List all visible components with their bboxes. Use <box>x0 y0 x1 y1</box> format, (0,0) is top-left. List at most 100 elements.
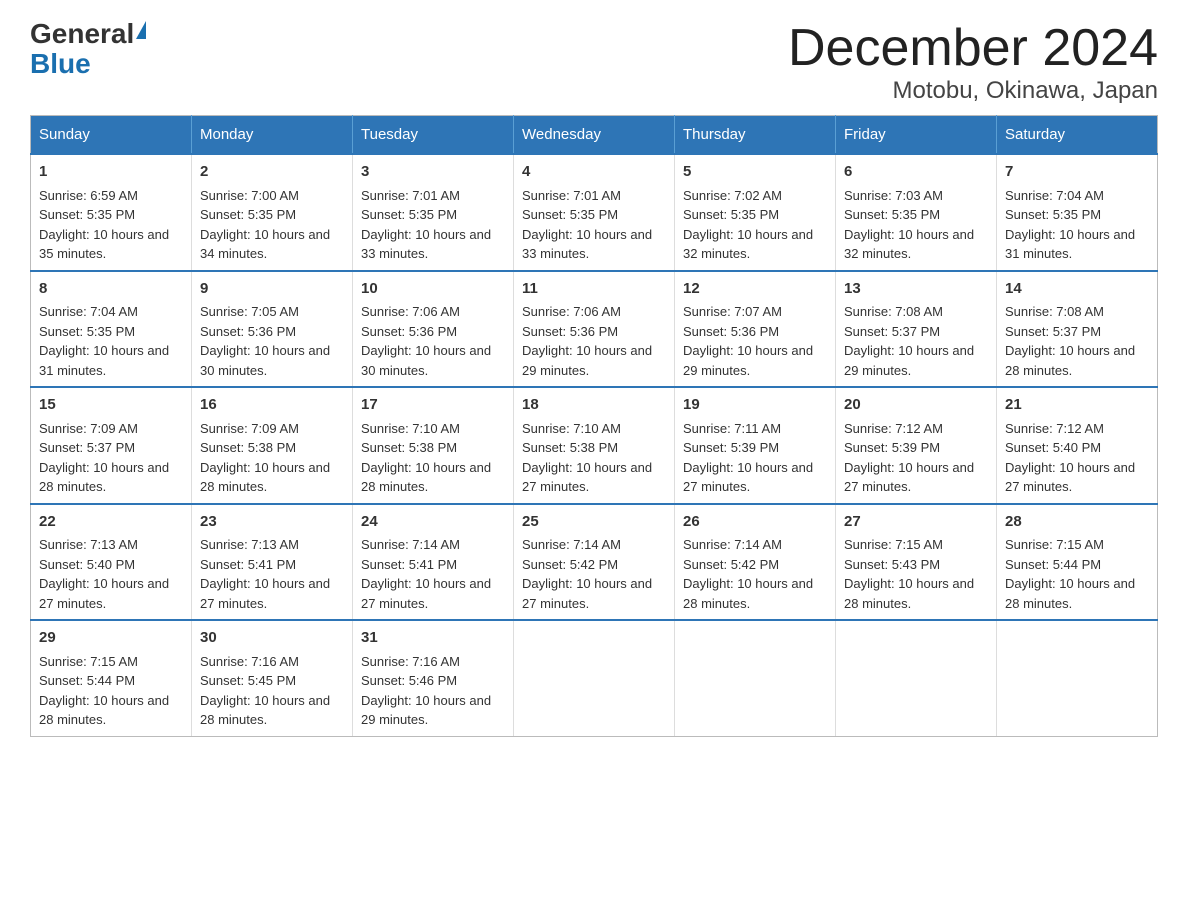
calendar-cell: 22 Sunrise: 7:13 AM Sunset: 5:40 PM Dayl… <box>31 504 192 621</box>
sunset-label: Sunset: 5:36 PM <box>683 324 779 339</box>
sunrise-label: Sunrise: 7:12 AM <box>1005 421 1104 436</box>
calendar-cell <box>836 620 997 736</box>
sunrise-label: Sunrise: 7:12 AM <box>844 421 943 436</box>
day-number: 29 <box>39 627 183 650</box>
daylight-label: Daylight: 10 hours and 30 minutes. <box>200 343 330 378</box>
sunrise-label: Sunrise: 7:16 AM <box>361 654 460 669</box>
sunrise-label: Sunrise: 7:08 AM <box>844 304 943 319</box>
daylight-label: Daylight: 10 hours and 27 minutes. <box>39 576 169 611</box>
daylight-label: Daylight: 10 hours and 31 minutes. <box>39 343 169 378</box>
sunset-label: Sunset: 5:40 PM <box>1005 440 1101 455</box>
sunrise-label: Sunrise: 7:04 AM <box>1005 188 1104 203</box>
day-number: 11 <box>522 278 666 301</box>
calendar-cell: 29 Sunrise: 7:15 AM Sunset: 5:44 PM Dayl… <box>31 620 192 736</box>
header-sunday: Sunday <box>31 116 192 155</box>
sunset-label: Sunset: 5:35 PM <box>39 207 135 222</box>
sunset-label: Sunset: 5:40 PM <box>39 557 135 572</box>
day-number: 25 <box>522 511 666 534</box>
sunrise-label: Sunrise: 7:09 AM <box>39 421 138 436</box>
calendar-week-1: 1 Sunrise: 6:59 AM Sunset: 5:35 PM Dayli… <box>31 154 1158 271</box>
day-number: 9 <box>200 278 344 301</box>
daylight-label: Daylight: 10 hours and 29 minutes. <box>844 343 974 378</box>
daylight-label: Daylight: 10 hours and 35 minutes. <box>39 227 169 262</box>
day-number: 22 <box>39 511 183 534</box>
calendar-cell: 5 Sunrise: 7:02 AM Sunset: 5:35 PM Dayli… <box>675 154 836 271</box>
daylight-label: Daylight: 10 hours and 29 minutes. <box>522 343 652 378</box>
calendar-cell <box>675 620 836 736</box>
sunset-label: Sunset: 5:39 PM <box>683 440 779 455</box>
sunrise-label: Sunrise: 7:15 AM <box>1005 537 1104 552</box>
daylight-label: Daylight: 10 hours and 28 minutes. <box>200 460 330 495</box>
calendar-cell: 18 Sunrise: 7:10 AM Sunset: 5:38 PM Dayl… <box>514 387 675 504</box>
sunrise-label: Sunrise: 7:14 AM <box>361 537 460 552</box>
daylight-label: Daylight: 10 hours and 27 minutes. <box>683 460 813 495</box>
day-number: 6 <box>844 161 988 184</box>
header-monday: Monday <box>192 116 353 155</box>
sunrise-label: Sunrise: 7:14 AM <box>683 537 782 552</box>
daylight-label: Daylight: 10 hours and 28 minutes. <box>361 460 491 495</box>
daylight-label: Daylight: 10 hours and 27 minutes. <box>522 460 652 495</box>
sunset-label: Sunset: 5:35 PM <box>683 207 779 222</box>
sunrise-label: Sunrise: 7:01 AM <box>361 188 460 203</box>
calendar-cell: 13 Sunrise: 7:08 AM Sunset: 5:37 PM Dayl… <box>836 271 997 388</box>
sunrise-label: Sunrise: 7:16 AM <box>200 654 299 669</box>
sunrise-label: Sunrise: 7:13 AM <box>200 537 299 552</box>
day-number: 19 <box>683 394 827 417</box>
sunset-label: Sunset: 5:35 PM <box>39 324 135 339</box>
daylight-label: Daylight: 10 hours and 28 minutes. <box>844 576 974 611</box>
sunset-label: Sunset: 5:41 PM <box>200 557 296 572</box>
page-header: General Blue December 2024 Motobu, Okina… <box>30 20 1158 105</box>
daylight-label: Daylight: 10 hours and 28 minutes. <box>1005 576 1135 611</box>
day-number: 10 <box>361 278 505 301</box>
sunset-label: Sunset: 5:36 PM <box>361 324 457 339</box>
daylight-label: Daylight: 10 hours and 34 minutes. <box>200 227 330 262</box>
day-number: 23 <box>200 511 344 534</box>
sunrise-label: Sunrise: 7:03 AM <box>844 188 943 203</box>
daylight-label: Daylight: 10 hours and 27 minutes. <box>200 576 330 611</box>
calendar-cell: 9 Sunrise: 7:05 AM Sunset: 5:36 PM Dayli… <box>192 271 353 388</box>
day-number: 28 <box>1005 511 1149 534</box>
sunrise-label: Sunrise: 7:10 AM <box>522 421 621 436</box>
sunset-label: Sunset: 5:45 PM <box>200 673 296 688</box>
day-number: 17 <box>361 394 505 417</box>
daylight-label: Daylight: 10 hours and 32 minutes. <box>844 227 974 262</box>
day-number: 24 <box>361 511 505 534</box>
sunset-label: Sunset: 5:42 PM <box>522 557 618 572</box>
day-number: 13 <box>844 278 988 301</box>
daylight-label: Daylight: 10 hours and 33 minutes. <box>361 227 491 262</box>
calendar-cell <box>997 620 1158 736</box>
day-number: 1 <box>39 161 183 184</box>
day-number: 2 <box>200 161 344 184</box>
daylight-label: Daylight: 10 hours and 27 minutes. <box>1005 460 1135 495</box>
sunset-label: Sunset: 5:35 PM <box>1005 207 1101 222</box>
day-number: 4 <box>522 161 666 184</box>
header-wednesday: Wednesday <box>514 116 675 155</box>
sunset-label: Sunset: 5:36 PM <box>522 324 618 339</box>
sunset-label: Sunset: 5:38 PM <box>522 440 618 455</box>
header-row: Sunday Monday Tuesday Wednesday Thursday… <box>31 116 1158 155</box>
sunset-label: Sunset: 5:37 PM <box>39 440 135 455</box>
logo-general: General <box>30 20 134 48</box>
calendar-cell: 21 Sunrise: 7:12 AM Sunset: 5:40 PM Dayl… <box>997 387 1158 504</box>
calendar-cell: 31 Sunrise: 7:16 AM Sunset: 5:46 PM Dayl… <box>353 620 514 736</box>
daylight-label: Daylight: 10 hours and 28 minutes. <box>683 576 813 611</box>
header-friday: Friday <box>836 116 997 155</box>
logo-blue: Blue <box>30 48 91 79</box>
sunrise-label: Sunrise: 7:13 AM <box>39 537 138 552</box>
day-number: 15 <box>39 394 183 417</box>
calendar-cell <box>514 620 675 736</box>
calendar-cell: 30 Sunrise: 7:16 AM Sunset: 5:45 PM Dayl… <box>192 620 353 736</box>
daylight-label: Daylight: 10 hours and 31 minutes. <box>1005 227 1135 262</box>
calendar-cell: 17 Sunrise: 7:10 AM Sunset: 5:38 PM Dayl… <box>353 387 514 504</box>
sunset-label: Sunset: 5:38 PM <box>200 440 296 455</box>
day-number: 7 <box>1005 161 1149 184</box>
calendar-cell: 1 Sunrise: 6:59 AM Sunset: 5:35 PM Dayli… <box>31 154 192 271</box>
day-number: 14 <box>1005 278 1149 301</box>
sunrise-label: Sunrise: 7:09 AM <box>200 421 299 436</box>
sunset-label: Sunset: 5:41 PM <box>361 557 457 572</box>
calendar-cell: 16 Sunrise: 7:09 AM Sunset: 5:38 PM Dayl… <box>192 387 353 504</box>
calendar-table: Sunday Monday Tuesday Wednesday Thursday… <box>30 115 1158 737</box>
day-number: 20 <box>844 394 988 417</box>
daylight-label: Daylight: 10 hours and 27 minutes. <box>361 576 491 611</box>
sunrise-label: Sunrise: 7:08 AM <box>1005 304 1104 319</box>
